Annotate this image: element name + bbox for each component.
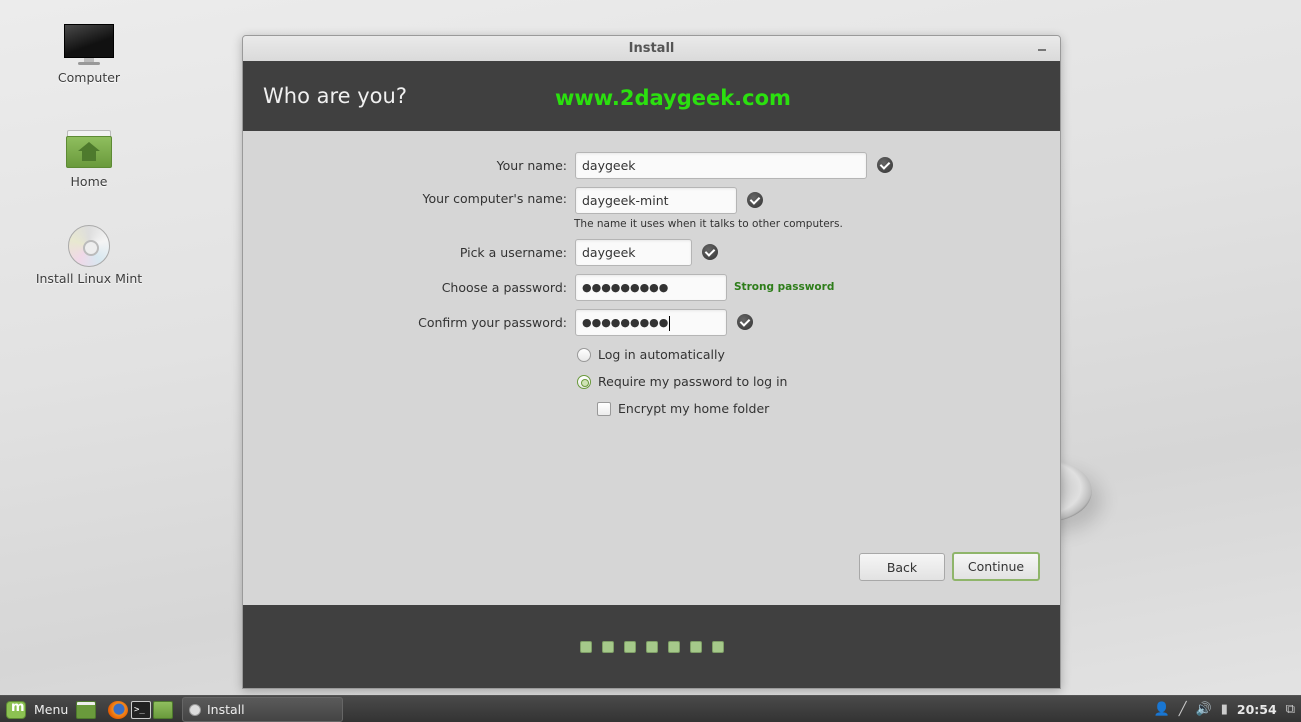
- confirm-password-value: ●●●●●●●●●: [582, 316, 669, 329]
- computer-name-hint: The name it uses when it talks to other …: [574, 218, 843, 230]
- desktop-icon-label: Home: [70, 174, 108, 189]
- desktop-icon-label: Install Linux Mint: [35, 271, 143, 286]
- username-input[interactable]: daygeek: [575, 239, 692, 266]
- network-icon[interactable]: ╱: [1179, 702, 1187, 717]
- require-password-label[interactable]: Require my password to log in: [598, 374, 787, 389]
- quick-launch-firefox[interactable]: [108, 696, 128, 722]
- password-input[interactable]: ●●●●●●●●●: [575, 274, 727, 301]
- workspace-switcher-icon[interactable]: ⧉: [1286, 702, 1295, 717]
- battery-icon[interactable]: ▮: [1221, 702, 1228, 717]
- password-strength-label: Strong password: [734, 281, 835, 293]
- progress-step-dot: [602, 641, 614, 653]
- menu-label: Menu: [34, 702, 69, 717]
- continue-button[interactable]: Continue: [952, 552, 1040, 581]
- clock[interactable]: 20:54: [1237, 702, 1277, 717]
- installer-window: Install Who are you? www.2daygeek.com Yo…: [242, 35, 1061, 689]
- progress-step-dot: [712, 641, 724, 653]
- quick-launch-files[interactable]: [153, 696, 173, 722]
- taskbar: Menu >_ Install 👤 ╱ 🔊 ▮ 20:54 ⧉: [0, 695, 1301, 722]
- cd-icon: [68, 225, 110, 267]
- desktop-icon-home[interactable]: Home: [24, 130, 154, 189]
- volume-icon[interactable]: 🔊: [1196, 702, 1212, 717]
- page-header: Who are you? www.2daygeek.com: [243, 61, 1060, 131]
- terminal-icon: >_: [131, 700, 151, 719]
- cd-icon: [189, 703, 201, 716]
- confirm-password-input[interactable]: ●●●●●●●●●: [575, 309, 727, 336]
- minimize-icon[interactable]: [1038, 49, 1046, 51]
- window-titlebar[interactable]: Install: [243, 36, 1060, 61]
- valid-check-icon: [702, 244, 718, 260]
- progress-step-dot: [690, 641, 702, 653]
- confirm-password-label: Confirm your password:: [418, 315, 567, 330]
- require-password-radio[interactable]: [577, 375, 591, 389]
- progress-step-dot: [580, 641, 592, 653]
- desktop-icon-label: Computer: [57, 70, 121, 85]
- quick-launch-show-desktop[interactable]: [76, 696, 96, 722]
- log-in-automatically-radio[interactable]: [577, 348, 591, 362]
- progress-dots: [580, 641, 724, 653]
- computer-name-input[interactable]: daygeek-mint: [575, 187, 737, 214]
- valid-check-icon: [747, 192, 763, 208]
- progress-step-dot: [668, 641, 680, 653]
- taskbar-window-install[interactable]: Install: [182, 697, 343, 722]
- taskbar-window-label: Install: [207, 702, 245, 717]
- watermark-text: www.2daygeek.com: [555, 86, 791, 110]
- encrypt-home-label[interactable]: Encrypt my home folder: [618, 401, 769, 416]
- valid-check-icon: [877, 157, 893, 173]
- back-button[interactable]: Back: [859, 553, 945, 581]
- menu-button[interactable]: Menu: [6, 696, 68, 722]
- firefox-icon: [108, 700, 128, 719]
- desktop-icon-install-linux-mint[interactable]: Install Linux Mint: [24, 225, 154, 286]
- valid-check-icon: [737, 314, 753, 330]
- window-title: Install: [628, 41, 675, 56]
- progress-step-dot: [624, 641, 636, 653]
- username-label: Pick a username:: [459, 245, 567, 260]
- form-area: Your name: daygeek Your computer's name:…: [243, 131, 1060, 607]
- progress-step-dot: [646, 641, 658, 653]
- user-icon[interactable]: 👤: [1154, 702, 1170, 717]
- system-tray: 👤 ╱ 🔊 ▮ 20:54 ⧉: [1154, 696, 1301, 722]
- your-name-input[interactable]: daygeek: [575, 152, 867, 179]
- computer-name-label: Your computer's name:: [422, 191, 567, 206]
- mint-logo-icon: [6, 700, 26, 719]
- computer-icon: [64, 24, 114, 66]
- progress-footer: [243, 605, 1060, 688]
- desktop-icon-computer[interactable]: Computer: [24, 24, 154, 85]
- files-icon: [153, 700, 173, 719]
- quick-launch-terminal[interactable]: >_: [131, 696, 151, 722]
- encrypt-home-checkbox[interactable]: [597, 402, 611, 416]
- password-label: Choose a password:: [441, 280, 567, 295]
- show-desktop-icon: [76, 700, 96, 719]
- text-cursor: [669, 315, 671, 331]
- home-folder-icon: [66, 130, 112, 170]
- your-name-label: Your name:: [496, 158, 567, 173]
- page-title: Who are you?: [263, 84, 407, 108]
- log-in-automatically-label[interactable]: Log in automatically: [598, 347, 725, 362]
